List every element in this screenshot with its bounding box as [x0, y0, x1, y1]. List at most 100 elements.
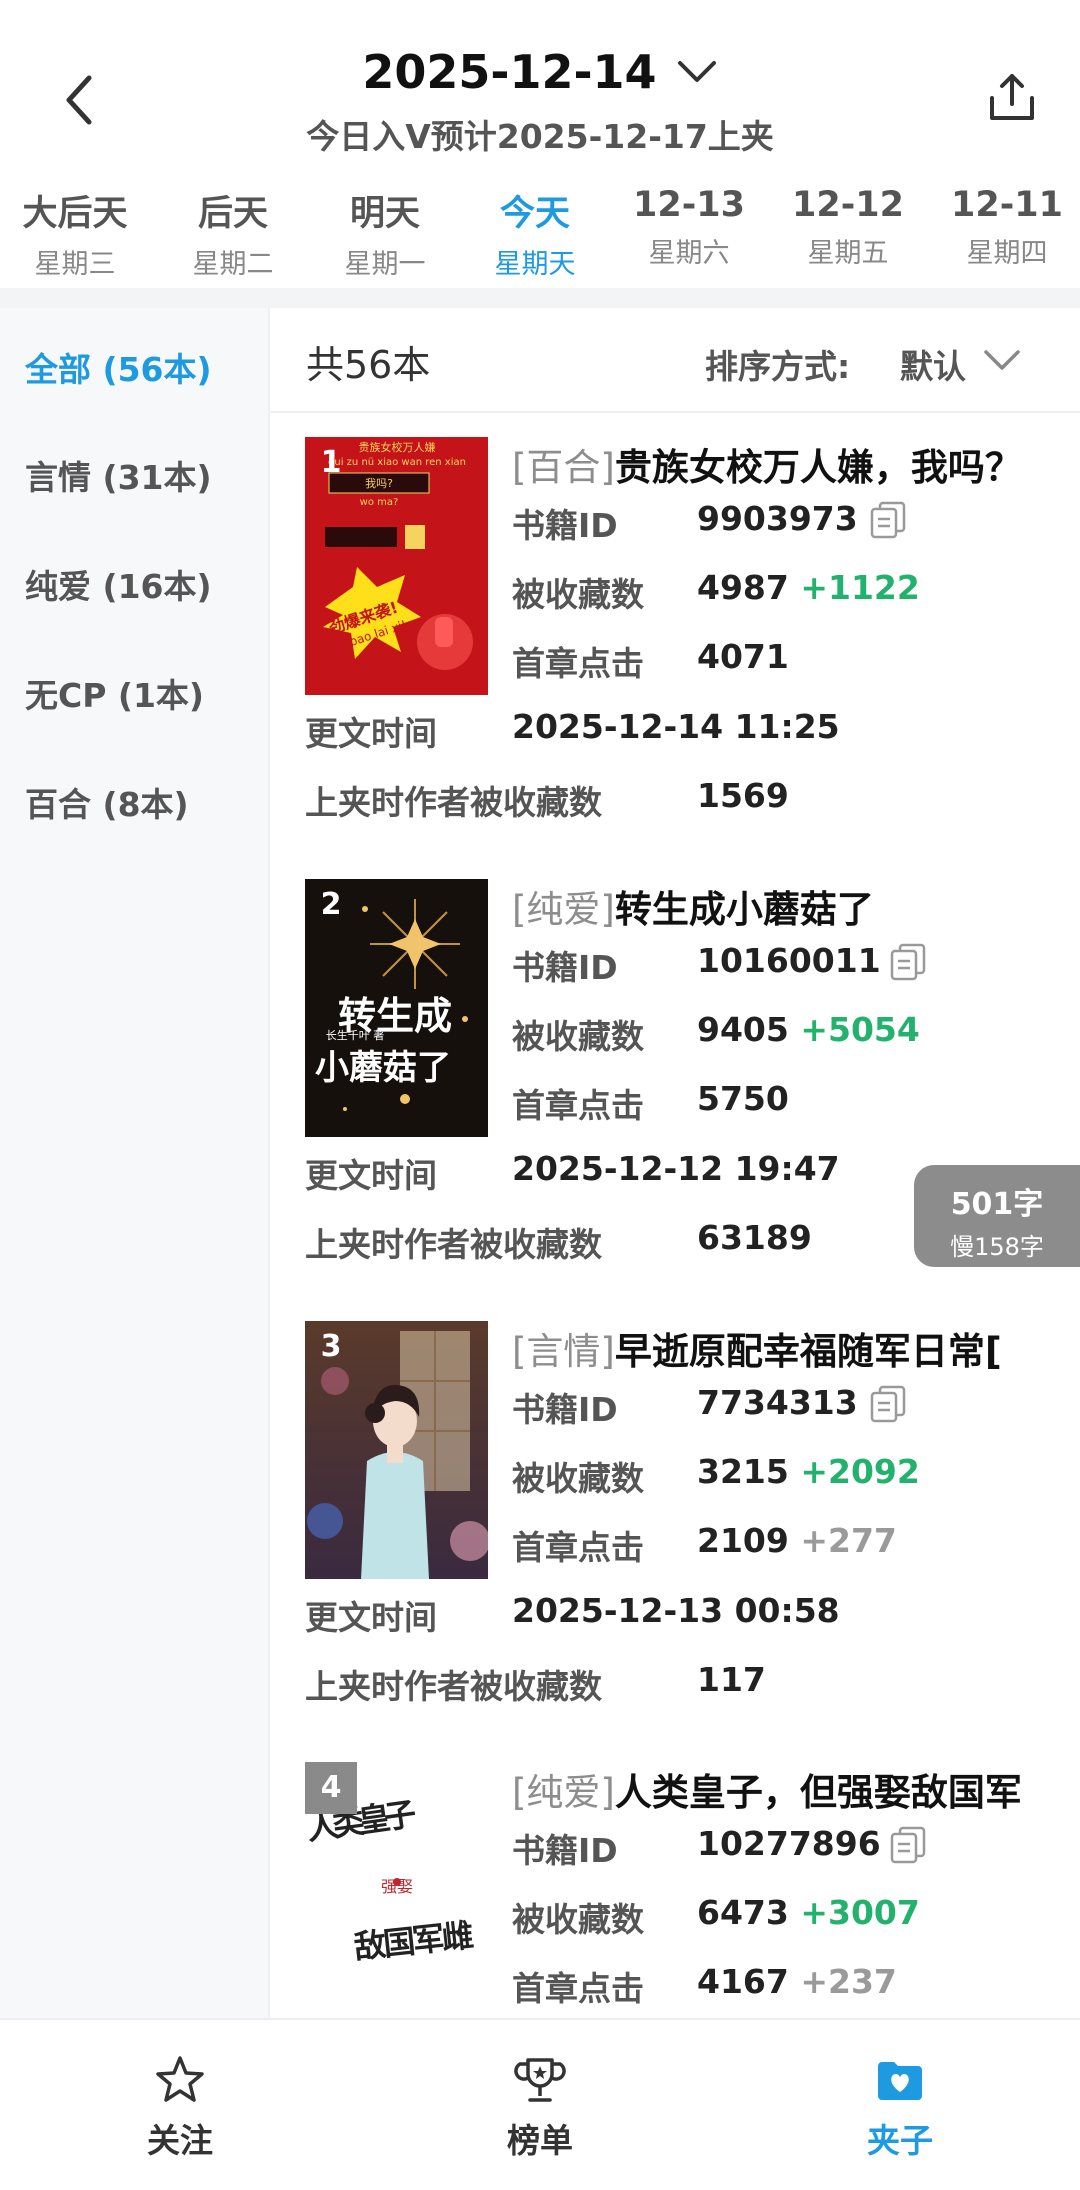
day-tabs: 大后天 星期三 后天 星期二 明天 星期一 今天 星期天 12-13 星期六 1…	[0, 185, 1080, 285]
delta: +2092	[800, 1452, 920, 1491]
label: 上夹时作者被收藏数	[305, 783, 602, 822]
cover-text: 我吗?	[365, 477, 393, 490]
value: 9405	[697, 1010, 789, 1049]
category-gl[interactable]: 百合 (8本)	[25, 778, 189, 826]
tab-weekday: 星期一	[344, 249, 426, 280]
update-time-value: 2025-12-14 11:25	[512, 707, 840, 746]
update-time-row: 更文时间	[305, 707, 437, 755]
nav-label: 关注	[147, 2121, 213, 2160]
category-all[interactable]: 全部 (56本)	[25, 343, 212, 391]
list-header: 共56本 排序方式: 默认	[270, 308, 1080, 413]
book-id-value: 10277896	[697, 1824, 881, 1863]
sort-dropdown[interactable]: 默认	[900, 340, 966, 388]
tab-tomorrow[interactable]: 明天 星期一	[310, 185, 460, 281]
book-title-line[interactable]: [言情]早逝原配幸福随军日常[	[512, 1321, 1080, 1371]
category-no-cp[interactable]: 无CP (1本)	[25, 669, 204, 717]
book-id-row: 书籍ID	[512, 499, 618, 547]
value: 10277896	[697, 1824, 881, 1863]
tab-weekday: 星期六	[648, 238, 730, 269]
value: 63189	[697, 1218, 812, 1257]
delta: +5054	[800, 1010, 920, 1049]
first-chapter-value: 4167 +237	[697, 1962, 897, 2001]
favorites-row: 被收藏数	[512, 1893, 644, 1941]
book-title-line[interactable]: [百合]贵族女校万人嫌，我吗？	[512, 437, 1080, 487]
chevron-down-icon[interactable]	[982, 348, 1022, 374]
book-genre: [纯爱]	[512, 888, 615, 929]
copy-icon[interactable]	[890, 1826, 926, 1864]
favorites-value: 6473 +3007	[697, 1893, 920, 1932]
book-item[interactable]: 3 [言情]早逝原配幸福随军日常[ 书籍ID 7734313 被收藏数 3215…	[270, 1321, 1080, 1761]
sort-label: 排序方式:	[705, 347, 851, 386]
tab-label: 12-12	[792, 185, 904, 225]
tab-day-after-next[interactable]: 大后天 星期三	[0, 185, 150, 281]
category-romance[interactable]: 言情 (31本)	[25, 451, 212, 499]
author-favorites-row: 上夹时作者被收藏数	[305, 1660, 602, 1708]
tab-weekday: 星期三	[34, 249, 116, 280]
rank-badge: 3	[320, 1329, 342, 1364]
tab-today[interactable]: 今天 星期天	[460, 185, 610, 281]
book-title-line[interactable]: [纯爱]转生成小蘑菇了	[512, 879, 1080, 929]
tab-label: 后天	[197, 194, 268, 234]
tab-12-11[interactable]: 12-11 星期四	[932, 185, 1080, 270]
copy-icon[interactable]	[870, 1385, 906, 1423]
favorites-row: 被收藏数	[512, 1010, 644, 1058]
cover-text: 贵族女校万人嫌	[359, 440, 436, 454]
book-id-row: 书籍ID	[512, 941, 618, 989]
book-id-row: 书籍ID	[512, 1383, 618, 1431]
tab-12-13[interactable]: 12-13 星期六	[614, 185, 764, 270]
copy-icon[interactable]	[870, 501, 906, 539]
nav-label: 夹子	[867, 2121, 933, 2160]
first-chapter-value: 2109 +277	[697, 1521, 897, 1560]
book-id-value: 10160011	[697, 941, 881, 980]
book-item[interactable]: 贵族女校万人嫌 gui zu nü xiao wan ren xian 我吗? …	[270, 437, 1080, 877]
label: 更文时间	[305, 1598, 437, 1637]
nav-rankings[interactable]: 榜单	[460, 2054, 620, 2162]
value: 9903973	[697, 499, 858, 538]
copy-icon[interactable]	[890, 943, 926, 981]
cover-text: 小蘑菇了	[315, 1048, 451, 1088]
tab-day-after-tomorrow[interactable]: 后天 星期二	[158, 185, 308, 281]
book-cover[interactable]: 人类皇子 强娶 敌国军雌 4	[305, 1762, 488, 2018]
label: 被收藏数	[512, 575, 644, 614]
word-count-badge[interactable]: 501字 慢158字	[914, 1165, 1080, 1267]
chevron-down-icon	[677, 61, 716, 82]
value: 117	[697, 1660, 766, 1699]
value: 4167	[697, 1962, 789, 2001]
label: 首章点击	[512, 1528, 644, 1567]
rank-badge: 2	[320, 887, 342, 922]
tab-label: 明天	[349, 194, 420, 234]
cover-text: wo ma?	[360, 497, 399, 508]
author-favorites-row: 上夹时作者被收藏数	[305, 1218, 602, 1266]
value: 1569	[697, 776, 789, 815]
value: 3215	[697, 1452, 789, 1491]
author-favorites-value: 1569	[697, 776, 789, 815]
star-icon	[156, 2056, 204, 2102]
share-button[interactable]	[984, 70, 1040, 126]
word-slow-count: 慢158字	[950, 1233, 1044, 1261]
tab-12-12[interactable]: 12-12 星期五	[773, 185, 923, 270]
book-cover[interactable]: 贵族女校万人嫌 gui zu nü xiao wan ren xian 我吗? …	[305, 437, 488, 695]
favorites-value: 3215 +2092	[697, 1452, 920, 1491]
book-cover[interactable]: 转生成 长生千叶 著 小蘑菇了 2	[305, 879, 488, 1137]
book-genre: [言情]	[512, 1330, 615, 1371]
nav-clip[interactable]: 夹子	[820, 2054, 980, 2162]
date-selector[interactable]: 2025-12-14	[0, 45, 1080, 99]
category-bl[interactable]: 纯爱 (16本)	[25, 560, 212, 608]
nav-follow[interactable]: 关注	[100, 2054, 260, 2162]
author-favorites-value: 117	[697, 1660, 766, 1699]
book-title: 早逝原配幸福随军日常[	[614, 1330, 1002, 1371]
label: 更文时间	[305, 714, 437, 753]
first-chapter-row: 首章点击	[512, 1521, 644, 1569]
author-favorites-value: 63189	[697, 1218, 812, 1257]
tab-label: 12-11	[951, 185, 1063, 225]
label: 更文时间	[305, 1156, 437, 1195]
tab-label: 今天	[499, 194, 570, 234]
value: 4987	[697, 568, 789, 607]
book-genre: [百合]	[512, 446, 615, 487]
book-item[interactable]: 人类皇子 强娶 敌国军雌 4 [纯爱]人类皇子，但强娶敌国军 书籍ID 1027…	[270, 1762, 1080, 2018]
book-cover[interactable]: 3	[305, 1321, 488, 1579]
category-sidebar: 全部 (56本) 言情 (31本) 纯爱 (16本) 无CP (1本) 百合 (…	[0, 308, 268, 2018]
delta: +1122	[800, 568, 920, 607]
favorites-value: 9405 +5054	[697, 1010, 920, 1049]
book-title-line[interactable]: [纯爱]人类皇子，但强娶敌国军	[512, 1762, 1080, 1812]
